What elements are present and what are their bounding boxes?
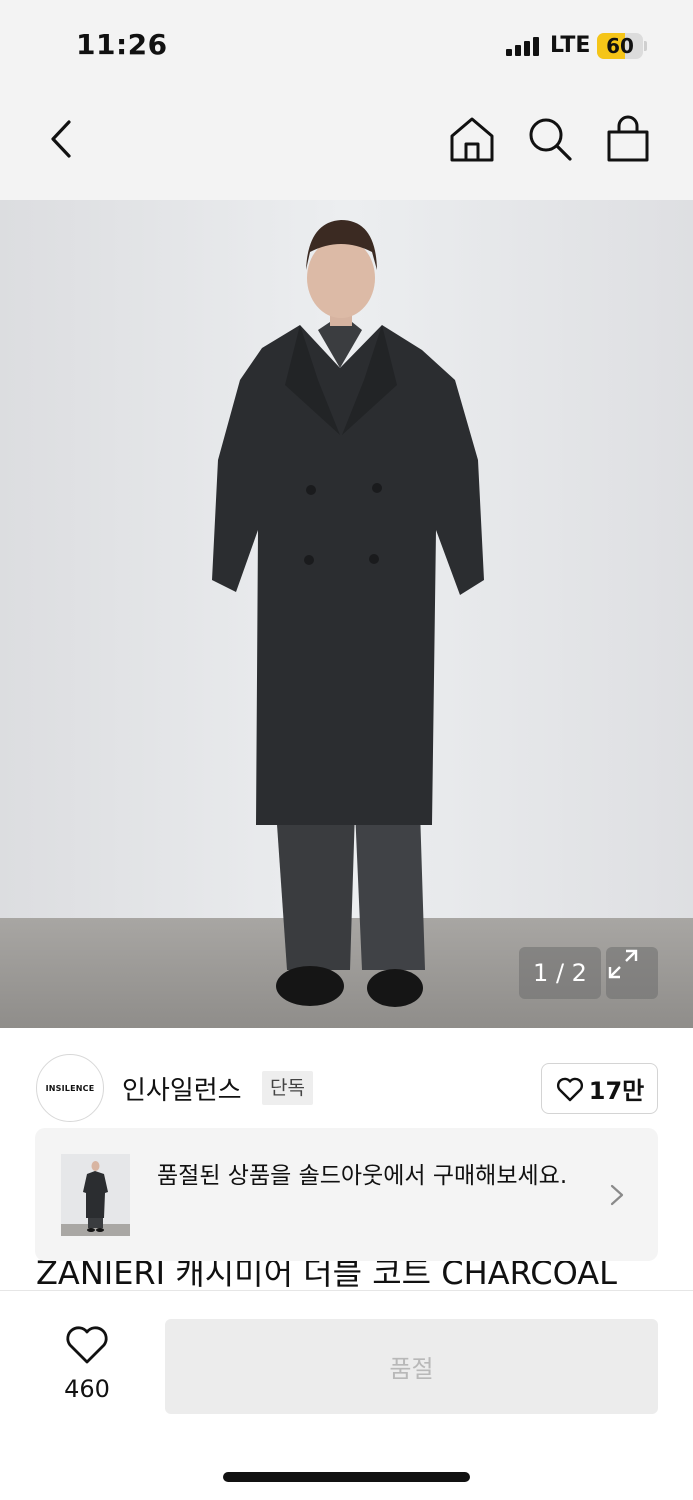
chevron-right-icon bbox=[610, 1184, 624, 1206]
back-button[interactable] bbox=[38, 114, 88, 164]
search-button[interactable] bbox=[525, 114, 575, 164]
product-photo bbox=[0, 200, 693, 1028]
product-image[interactable]: 1 / 2 bbox=[0, 200, 693, 1028]
signal-icon bbox=[506, 36, 542, 56]
search-icon bbox=[529, 118, 572, 161]
soldout-purchase-button[interactable]: 품절 bbox=[165, 1319, 658, 1414]
chevron-left-icon bbox=[51, 120, 71, 158]
battery-level: 60 bbox=[606, 34, 634, 58]
heart-icon bbox=[556, 1077, 583, 1101]
banner-thumbnail bbox=[61, 1154, 130, 1236]
expand-button[interactable] bbox=[606, 947, 658, 999]
home-button[interactable] bbox=[447, 114, 497, 164]
nav-bar bbox=[0, 92, 693, 200]
brand-row: INSILENCE 인사일런스 단독 17만 bbox=[0, 1050, 693, 1130]
wishlist-button[interactable]: 460 bbox=[52, 1321, 122, 1403]
brand-name[interactable]: 인사일런스 bbox=[122, 1070, 242, 1107]
banner-text: 품절된 상품을 솔드아웃에서 구매해보세요. bbox=[157, 1163, 568, 1189]
status-bar: 11:26 LTE 60 bbox=[0, 0, 693, 92]
exclusive-badge: 단독 bbox=[262, 1071, 313, 1105]
page-indicator: 1 / 2 bbox=[519, 947, 601, 999]
soldout-banner[interactable]: 품절된 상품을 솔드아웃에서 구매해보세요. bbox=[35, 1128, 658, 1261]
shopping-bag-icon bbox=[607, 115, 649, 162]
brand-logo[interactable]: INSILENCE bbox=[36, 1054, 104, 1122]
network-type: LTE bbox=[550, 33, 591, 58]
wishlist-count: 460 bbox=[64, 1375, 110, 1403]
brand-like-button[interactable]: 17만 bbox=[541, 1063, 658, 1114]
expand-icon bbox=[608, 949, 638, 979]
home-icon bbox=[450, 117, 494, 162]
cart-button[interactable] bbox=[603, 114, 653, 164]
brand-logo-text: INSILENCE bbox=[45, 1083, 95, 1093]
heart-icon bbox=[66, 1326, 108, 1364]
battery-icon: 60 bbox=[597, 33, 643, 59]
status-time: 11:26 bbox=[76, 28, 168, 61]
brand-like-count: 17만 bbox=[588, 1077, 645, 1105]
battery-cap bbox=[644, 41, 647, 51]
bottom-bar: 460 품절 bbox=[0, 1290, 693, 1500]
home-indicator bbox=[223, 1472, 470, 1482]
